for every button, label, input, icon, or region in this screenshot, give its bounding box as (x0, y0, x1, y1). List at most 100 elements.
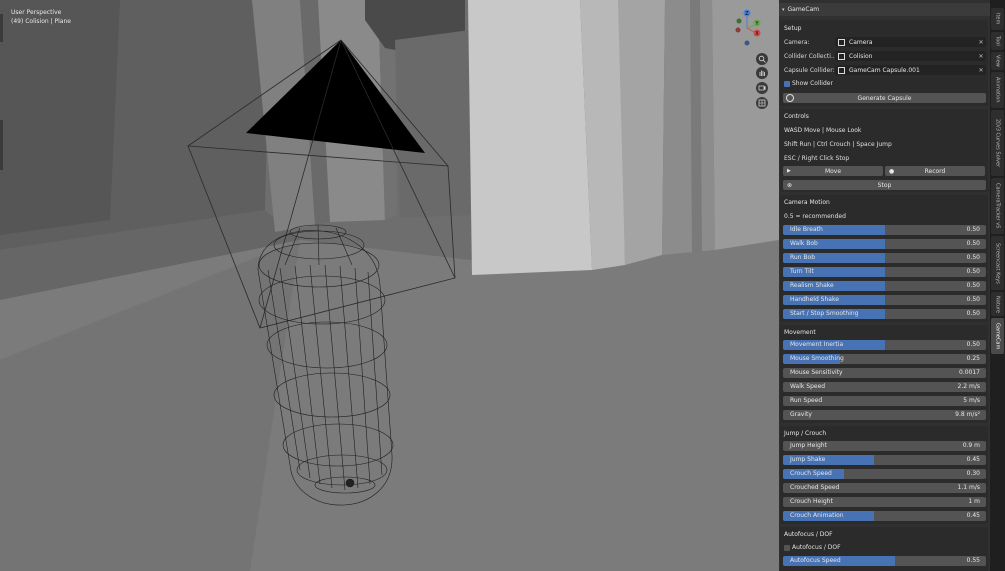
tab-view[interactable]: View (991, 52, 1004, 70)
jump-crouch-section: Jump / Crouch Jump Height 0.9 m Jump Shake… (780, 426, 988, 524)
camera-view-icon[interactable] (756, 82, 768, 94)
tab-tool[interactable]: Tool (991, 32, 1004, 50)
walk-speed-slider[interactable]: Walk Speed 2.2 m/s (783, 382, 986, 392)
camera-field[interactable]: Camera ✕ (835, 37, 986, 47)
viewport-collection-label: (49) Colision | Plane (11, 18, 71, 25)
mouse-sensitivity-slider-value: 0.0017 (959, 369, 980, 376)
mouse-sensitivity-slider[interactable]: Mouse Sensitivity 0.0017 (783, 368, 986, 378)
tab-nature[interactable]: Nature (991, 292, 1004, 316)
mouse-smoothing-slider[interactable]: Mouse Smoothing 0.25 (783, 354, 986, 364)
pan-hand-icon[interactable] (756, 67, 768, 79)
walk-bob-slider[interactable]: Walk Bob 0.50 (783, 239, 986, 249)
movement-title: Movement (784, 329, 816, 336)
gravity-slider[interactable]: Gravity 9.8 m/s² (783, 410, 986, 420)
controls-line-3: ESC / Right Click Stop (784, 155, 850, 162)
3d-viewport[interactable]: User Perspective (49) Colision | Plane Z… (0, 0, 779, 571)
record-button[interactable]: ● Record (885, 166, 985, 176)
gizmo-z-label: Z (745, 11, 749, 17)
zoom-icon[interactable] (756, 53, 768, 65)
mouse-smoothing-slider-value: 0.25 (966, 355, 980, 362)
tab-animation[interactable]: Animation (991, 72, 1004, 108)
capsule-collider-field[interactable]: GameCam Capsule.001 ✕ (835, 65, 986, 75)
collection-icon (838, 52, 845, 60)
jump-height-slider[interactable]: Jump Height 0.9 m (783, 441, 986, 451)
controls-title: Controls (784, 113, 809, 120)
tab-cameratracker-v5-label: CameraTracker v5 (994, 183, 1001, 229)
crouch-animation-slider[interactable]: Crouch Animation 0.45 (783, 511, 986, 521)
axis-gizmo[interactable]: Z Y X (732, 8, 766, 50)
tab-2d-3-curves-solver-label: 2D/3 Curves Solver (994, 118, 1001, 168)
idle-breath-slider-label: Idle Breath (790, 226, 823, 233)
turn-tilt-slider-label: Turn Tilt (790, 268, 814, 275)
crouch-speed-slider-label: Crouch Speed (790, 470, 832, 477)
capsule-collider-label: Capsule Collider: (784, 67, 835, 74)
walk-speed-slider-value: 2.2 m/s (957, 383, 980, 390)
tab-gamecam[interactable]: GameCam (991, 318, 1004, 354)
tab-gamecam-label: GameCam (994, 322, 1001, 350)
movement-inertia-slider[interactable]: Movement Inertia 0.50 (783, 340, 986, 350)
jump-height-slider-label: Jump Height (790, 442, 827, 449)
show-collider-label: Show Collider (792, 80, 833, 87)
tab-item[interactable]: Item (991, 8, 1004, 30)
left-toolbar-strip[interactable] (0, 14, 3, 42)
autofocus-title: Autofocus / DOF (784, 531, 833, 538)
stop-button[interactable]: ⊗ Stop (783, 180, 986, 190)
clear-collider-icon[interactable]: ✕ (976, 53, 986, 60)
tab-2d-3-curves-solver[interactable]: 2D/3 Curves Solver (991, 110, 1004, 176)
handheld-shake-slider[interactable]: Handheld Shake 0.50 (783, 295, 986, 305)
tab-screencast-keys[interactable]: Screencast Keys (991, 236, 1004, 290)
start-stop-smoothing-slider-label: Start / Stop Smoothing (790, 310, 859, 317)
tab-nature-label: Nature (994, 295, 1001, 313)
clear-camera-icon[interactable]: ✕ (976, 39, 986, 46)
left-toolbar-strip-2[interactable] (0, 120, 3, 170)
crouch-height-slider-label: Crouch Height (790, 498, 833, 505)
crouch-height-slider[interactable]: Crouch Height 1 m (783, 497, 986, 507)
panel-header[interactable]: ▾ GameCam (779, 3, 990, 16)
stop-label: Stop (877, 181, 892, 189)
capsule-generate-icon (786, 94, 794, 102)
scene-render (0, 0, 779, 571)
camera-value: Camera (849, 38, 873, 46)
move-button[interactable]: ▶ Move (783, 166, 883, 176)
capsule-collider-value: GameCam Capsule.001 (849, 66, 920, 74)
realism-shake-slider[interactable]: Realism Shake 0.50 (783, 281, 986, 291)
camera-motion-section: Camera Motion 0.5 = recommended Idle Bre… (780, 195, 988, 322)
run-bob-slider-value: 0.50 (966, 254, 980, 261)
tab-view-label: View (994, 55, 1001, 67)
jump-shake-slider[interactable]: Jump Shake 0.45 (783, 455, 986, 465)
autofocus-speed-slider[interactable]: Autofocus Speed 0.55 (783, 556, 986, 566)
tab-cameratracker-v5[interactable]: CameraTracker v5 (991, 178, 1004, 234)
generate-capsule-button[interactable]: Generate Capsule (783, 93, 986, 103)
autofocus-speed-slider-label: Autofocus Speed (790, 557, 841, 564)
grid-ortho-icon[interactable] (756, 97, 768, 109)
turn-tilt-slider[interactable]: Turn Tilt 0.50 (783, 267, 986, 277)
run-bob-slider[interactable]: Run Bob 0.50 (783, 253, 986, 263)
jump-shake-slider-label: Jump Shake (790, 456, 826, 463)
camera-motion-note: 0.5 = recommended (784, 213, 846, 220)
collider-collection-field[interactable]: Colision ✕ (835, 51, 986, 61)
run-bob-slider-label: Run Bob (790, 254, 816, 261)
gravity-slider-label: Gravity (790, 411, 812, 418)
crouch-speed-slider[interactable]: Crouch Speed 0.30 (783, 469, 986, 479)
movement-inertia-slider-label: Movement Inertia (790, 341, 844, 348)
run-speed-slider-label: Run Speed (790, 397, 823, 404)
idle-breath-slider[interactable]: Idle Breath 0.50 (783, 225, 986, 235)
movement-section: Movement Movement Inertia 0.50 Mouse Smoot… (780, 325, 988, 423)
idle-breath-slider-value: 0.50 (966, 226, 980, 233)
collapse-chevron-icon[interactable]: ▾ (782, 7, 785, 13)
start-stop-smoothing-slider[interactable]: Start / Stop Smoothing 0.50 (783, 309, 986, 319)
autofocus-speed-slider-value: 0.55 (966, 557, 980, 564)
tab-item-label: Item (994, 13, 1001, 25)
handheld-shake-slider-value: 0.50 (966, 296, 980, 303)
crouched-speed-slider[interactable]: Crouched Speed 1.1 m/s (783, 483, 986, 493)
mesh-object-icon (838, 66, 845, 74)
play-icon: ▶ (787, 168, 791, 174)
show-collider-checkbox[interactable] (784, 81, 790, 87)
clear-capsule-icon[interactable]: ✕ (976, 67, 986, 74)
autofocus-checkbox[interactable] (784, 545, 790, 551)
run-speed-slider[interactable]: Run Speed 5 m/s (783, 396, 986, 406)
controls-section: Controls WASD Move | Mouse Look Shift Ru… (780, 109, 988, 192)
realism-shake-slider-label: Realism Shake (790, 282, 834, 289)
controls-line-1: WASD Move | Mouse Look (784, 127, 862, 134)
gizmo-x-label: X (755, 31, 759, 37)
